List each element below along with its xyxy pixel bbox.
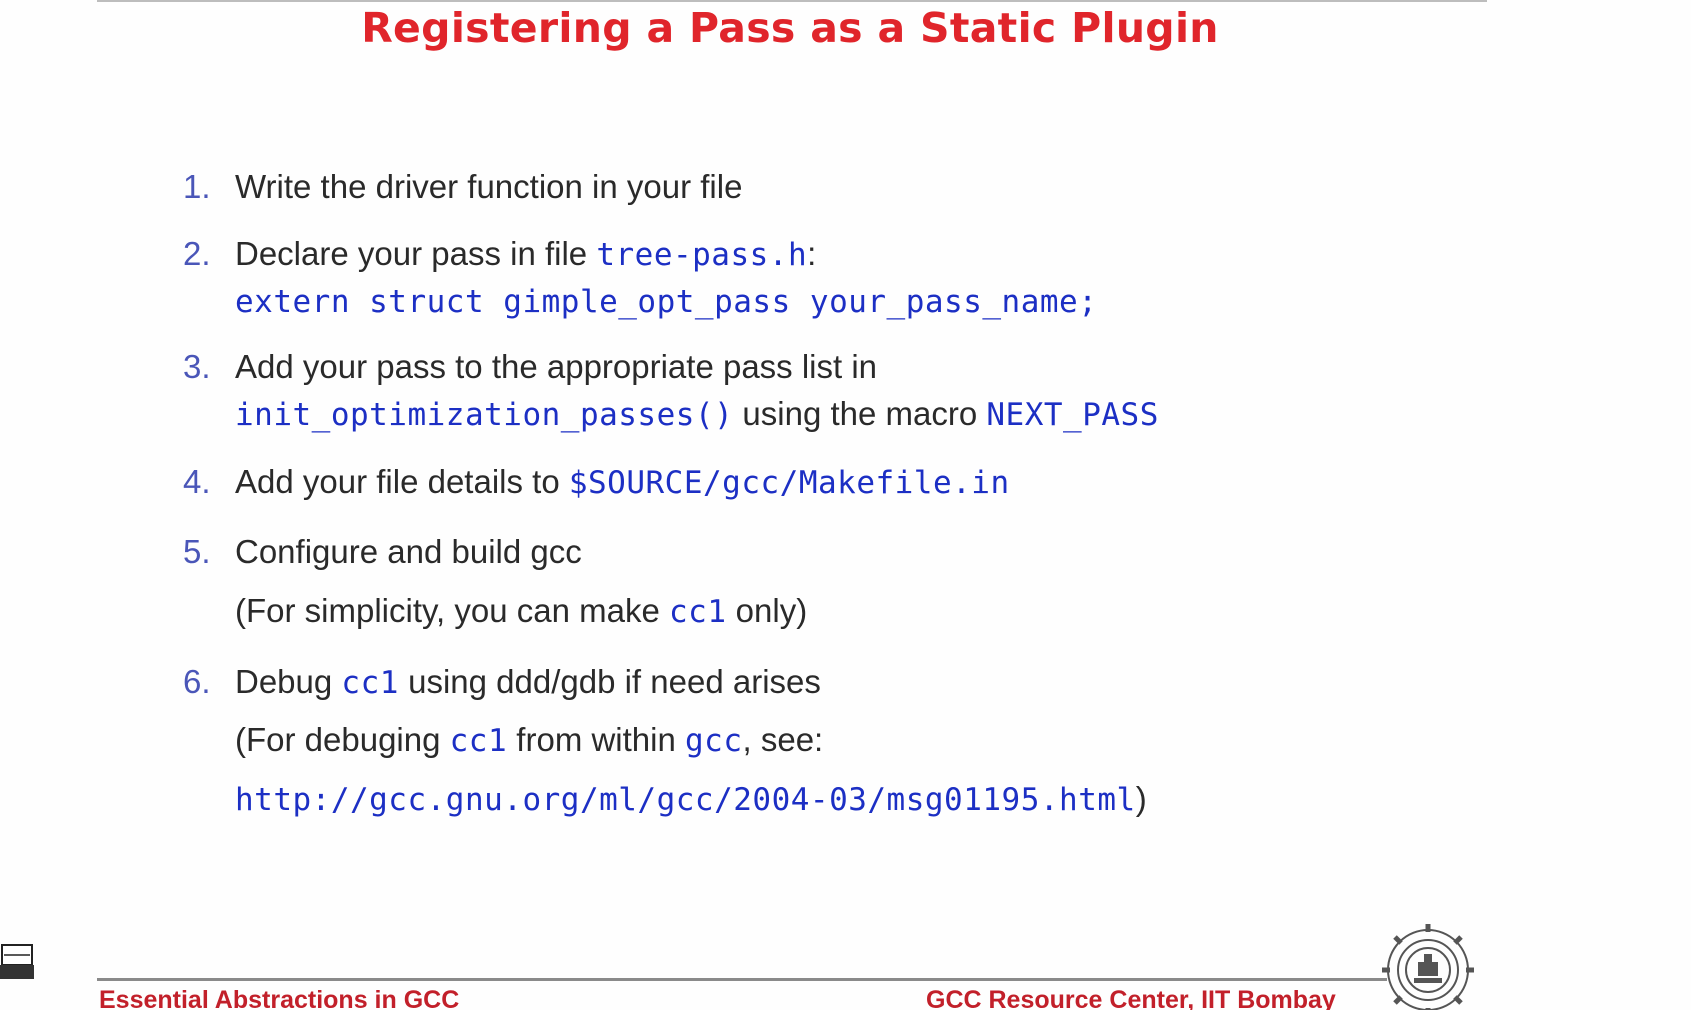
body-text: only) xyxy=(726,592,808,629)
step-line: Declare your pass in file tree-pass.h: xyxy=(235,235,816,273)
step-line: Add your file details to $SOURCE/gcc/Mak… xyxy=(235,463,1010,501)
code-text: tree-pass.h xyxy=(596,237,808,273)
step-line: (For debuging cc1 from within gcc, see: xyxy=(235,721,823,759)
body-text: Write the driver function in your file xyxy=(235,168,743,205)
body-text: Add your pass to the appropriate pass li… xyxy=(235,348,878,385)
footer-left-text: Essential Abstractions in GCC xyxy=(99,986,460,1010)
code-text: init_optimization_passes() xyxy=(235,397,734,433)
body-text: Add your file details to xyxy=(235,463,569,500)
step-line: http://gcc.gnu.org/ml/gcc/2004-03/msg011… xyxy=(235,780,1147,818)
step-number: 3. xyxy=(183,348,211,385)
body-text: Configure and build gcc xyxy=(235,533,582,570)
step-number: 2. xyxy=(183,235,211,272)
body-text: using ddd/gdb if need arises xyxy=(398,663,821,700)
body-text: : xyxy=(807,235,817,272)
body-text: , see: xyxy=(742,721,824,758)
top-divider xyxy=(97,0,1487,2)
body-text: Debug xyxy=(235,663,342,700)
step-line: (For simplicity, you can make cc1 only) xyxy=(235,592,807,630)
step-line: Configure and build gcc xyxy=(235,533,582,571)
code-text: $SOURCE/gcc/Makefile.in xyxy=(568,465,1010,501)
body-text: from within xyxy=(507,721,686,758)
code-text: extern struct gimple_opt_pass your_pass_… xyxy=(235,284,1098,320)
laptop-icon xyxy=(0,944,34,979)
body-text: Declare your pass in file xyxy=(235,235,597,272)
iit-bombay-logo-icon xyxy=(1382,924,1474,1010)
step-line: init_optimization_passes() using the mac… xyxy=(235,395,1159,433)
code-text: gcc xyxy=(685,723,743,759)
step-number: 6. xyxy=(183,663,211,700)
body-text: (For debuging xyxy=(235,721,450,758)
slide: Registering a Pass as a Static Plugin 1.… xyxy=(0,0,1691,1010)
step-line: Add your pass to the appropriate pass li… xyxy=(235,348,877,386)
step-line: extern struct gimple_opt_pass your_pass_… xyxy=(235,282,1097,320)
code-text: cc1 xyxy=(341,665,399,701)
step-line: Debug cc1 using ddd/gdb if need arises xyxy=(235,663,821,701)
step-line: Write the driver function in your file xyxy=(235,168,742,206)
step-number: 5. xyxy=(183,533,211,570)
footer-divider xyxy=(97,978,1387,981)
body-text: using the macro xyxy=(733,395,987,432)
body-text: (For simplicity, you can make xyxy=(235,592,669,629)
code-text: NEXT_PASS xyxy=(986,397,1159,433)
code-text: cc1 xyxy=(669,594,727,630)
body-text: ) xyxy=(1135,780,1147,817)
footer-right-text: GCC Resource Center, IIT Bombay xyxy=(926,986,1336,1010)
step-number: 4. xyxy=(183,463,211,500)
step-number: 1. xyxy=(183,168,211,205)
slide-title: Registering a Pass as a Static Plugin xyxy=(361,4,1219,52)
code-text: http://gcc.gnu.org/ml/gcc/2004-03/msg011… xyxy=(235,782,1136,818)
code-text: cc1 xyxy=(449,723,508,759)
